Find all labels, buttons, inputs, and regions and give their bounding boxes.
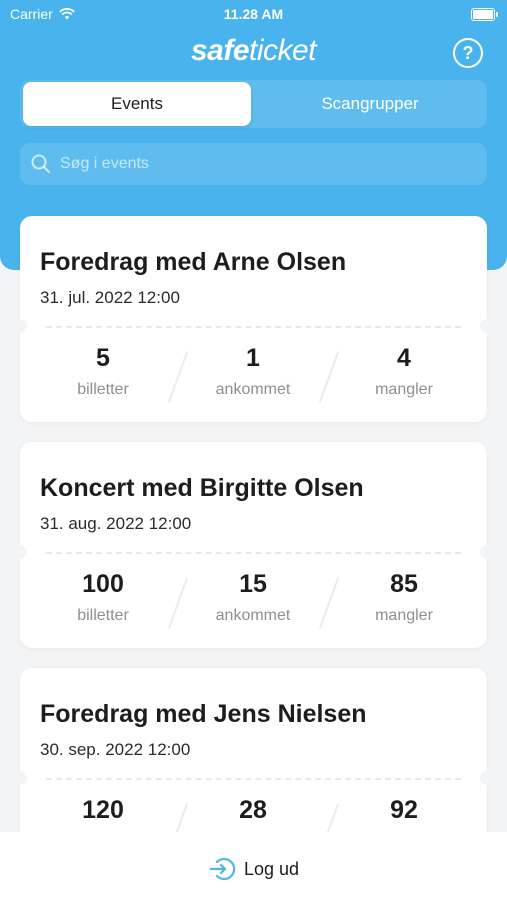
stat-arrived: 1 ankommet — [178, 344, 328, 399]
stat-tickets: 100 billetter — [28, 570, 178, 625]
ticket-divider — [46, 778, 461, 780]
status-bar: Carrier 11.28 AM — [0, 0, 507, 30]
logo-safe: safe — [190, 34, 250, 67]
stat-value: 4 — [397, 344, 411, 372]
event-title: Foredrag med Jens Nielsen — [40, 700, 367, 728]
stat-value: 85 — [390, 570, 418, 598]
ticket-notch — [13, 545, 27, 559]
stat-label: mangler — [375, 607, 433, 624]
stat-value: 92 — [390, 796, 418, 824]
ticket-notch — [13, 319, 27, 333]
stat-label: billetter — [77, 607, 129, 624]
ticket-notch — [480, 771, 494, 785]
stat-missing: 85 mangler — [329, 570, 479, 625]
help-button[interactable]: ? — [453, 38, 483, 68]
event-title: Foredrag med Arne Olsen — [40, 248, 347, 276]
stat-tickets: 5 billetter — [28, 344, 178, 399]
bottom-bar: Log ud — [0, 832, 507, 900]
ticket-notch — [480, 319, 494, 333]
stat-missing: 4 mangler — [329, 344, 479, 399]
app-logo: safeticket — [0, 34, 507, 68]
stat-arrived: 15 ankommet — [178, 570, 328, 625]
search-icon — [31, 154, 50, 173]
stat-label: ankommet — [215, 607, 291, 624]
event-date: 31. jul. 2022 12:00 — [40, 288, 180, 307]
battery-icon — [471, 8, 498, 21]
status-time: 11.28 AM — [223, 6, 284, 22]
stat-value: 5 — [96, 344, 110, 372]
search-input[interactable] — [58, 154, 462, 174]
stat-label: billetter — [77, 381, 129, 398]
logout-button[interactable]: Log ud — [0, 854, 507, 884]
stat-value: 100 — [82, 570, 124, 598]
ticket-notch — [13, 771, 27, 785]
stat-label: mangler — [375, 381, 433, 398]
logout-icon — [209, 857, 236, 881]
event-card[interactable]: Foredrag med Arne Olsen 31. jul. 2022 12… — [13, 216, 494, 422]
event-date: 31. aug. 2022 12:00 — [40, 514, 192, 533]
stat-label: ankommet — [215, 381, 291, 398]
tab-scangrupper[interactable]: Scangrupper — [256, 82, 484, 126]
search-bar[interactable] — [20, 143, 487, 185]
logout-label: Log ud — [243, 858, 300, 879]
event-title: Koncert med Birgitte Olsen — [40, 474, 364, 502]
stat-value: 15 — [239, 570, 267, 598]
help-icon: ? — [462, 42, 474, 63]
stat-value: 28 — [239, 796, 267, 824]
event-card[interactable]: Koncert med Birgitte Olsen 31. aug. 2022… — [13, 442, 494, 648]
stat-value: 120 — [82, 796, 124, 824]
tab-events[interactable]: Events — [23, 82, 251, 126]
ticket-notch — [480, 545, 494, 559]
segmented-control: Events Scangrupper — [20, 80, 487, 128]
event-date: 30. sep. 2022 12:00 — [40, 740, 191, 759]
stat-value: 1 — [246, 344, 260, 372]
logo-ticket: ticket — [249, 34, 317, 67]
ticket-divider — [46, 552, 461, 554]
ticket-divider — [46, 326, 461, 328]
